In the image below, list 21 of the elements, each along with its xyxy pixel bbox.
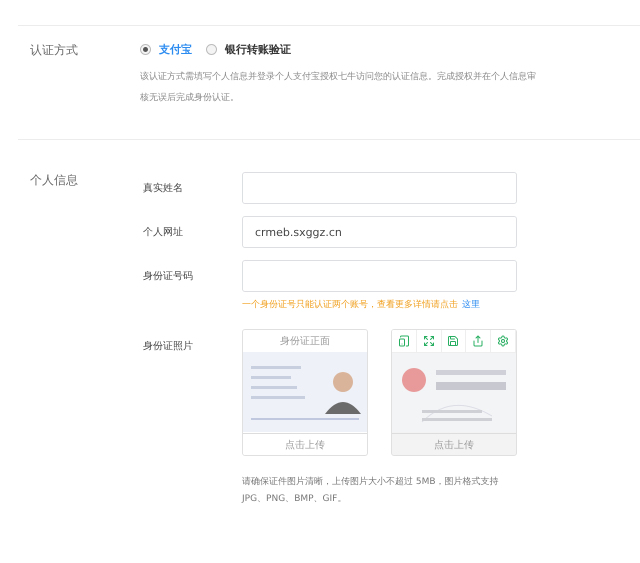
details-link[interactable]: 这里: [462, 300, 480, 310]
note-text: 请确保证件图片清晰，上传图片大小不超过 5MB，图片格式支持 JPG、PNG、BMP、GIF。: [242, 476, 500, 506]
input-field[interactable]: [242, 172, 517, 204]
field-label: 身份证号码: [142, 270, 194, 283]
input-field[interactable]: [242, 260, 517, 292]
radio-option[interactable]: 支付宝: [140, 42, 192, 57]
description-text: 该认证方式需填写个人信息并登录个人支付宝授权七牛访问您的认证信息。完成授权并在个人信息审核无误后完成身份认证。: [140, 70, 537, 105]
upload-button[interactable]: 点击上传: [392, 433, 516, 455]
card-caption: 身份证正面: [279, 335, 331, 349]
upload-button[interactable]: 点击上传: [243, 433, 367, 455]
radio-option[interactable]: 银行转账验证: [206, 42, 291, 57]
field-label: 身份证照片: [142, 340, 194, 354]
section-label: 个人信息: [29, 172, 79, 189]
radio-icon[interactable]: [206, 44, 217, 55]
field-label: 个人网址: [142, 226, 184, 239]
hint-text: 一个身份证号只能认证两个账号，查看更多详情请点击 这里: [242, 298, 481, 311]
radio-icon[interactable]: [140, 44, 151, 55]
phone-icon[interactable]: [392, 330, 417, 352]
field-label: 真实姓名: [142, 182, 184, 195]
input-field[interactable]: crmeb.sxggz.cn: [242, 216, 517, 248]
section-label: 认证方式: [29, 42, 79, 59]
